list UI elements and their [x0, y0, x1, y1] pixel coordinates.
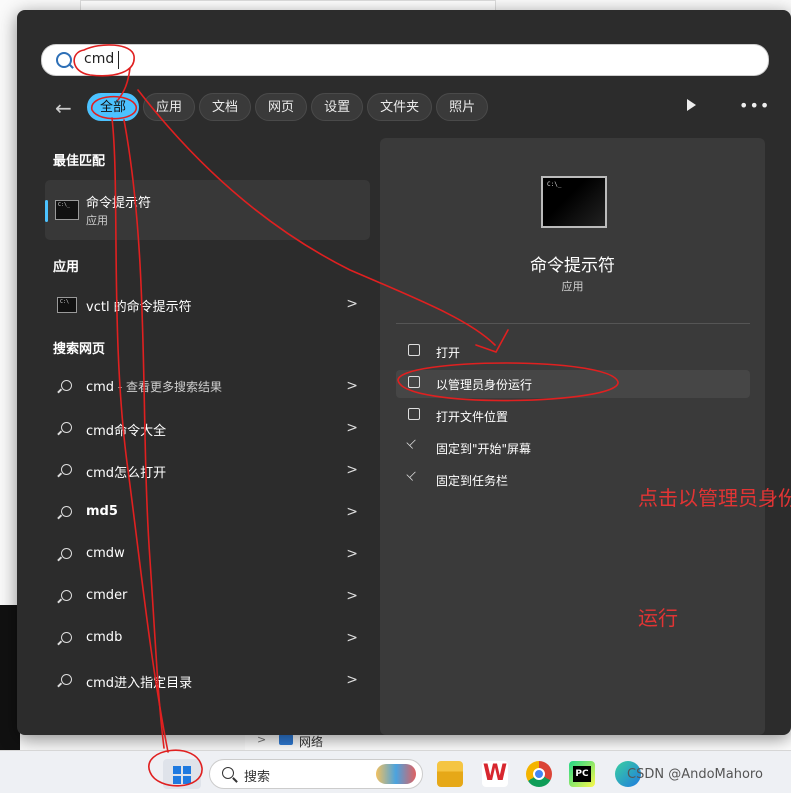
- web-result-label: cmd进入指定目录: [86, 676, 193, 691]
- web-result[interactable]: md5 >: [45, 493, 370, 533]
- web-result-label: cmdw: [86, 546, 125, 561]
- command-prompt-icon: C:\: [57, 297, 77, 313]
- web-result-label: cmdb: [86, 630, 123, 645]
- tab-web[interactable]: 网页: [255, 93, 308, 121]
- tab-documents[interactable]: 文档: [199, 93, 252, 121]
- start-button[interactable]: [163, 759, 201, 789]
- search-query[interactable]: cmd: [84, 51, 114, 67]
- section-apps: 应用: [53, 260, 80, 275]
- action-label: 固定到"开始"屏幕: [436, 442, 532, 456]
- file-explorer-icon[interactable]: [437, 761, 463, 787]
- chevron-right-icon[interactable]: >: [346, 546, 358, 562]
- search-icon: [61, 632, 72, 643]
- chrome-icon[interactable]: [526, 761, 552, 787]
- selection-indicator: [45, 200, 48, 222]
- network-icon: [279, 734, 293, 745]
- detail-title: 命令提示符: [530, 256, 615, 276]
- web-result[interactable]: cmd - 查看更多搜索结果 >: [45, 367, 370, 407]
- chevron-right-icon[interactable]: >: [346, 630, 358, 646]
- search-icon: [61, 464, 72, 475]
- web-result[interactable]: cmd命令大全 >: [45, 409, 370, 449]
- watermark: CSDN @AndoMahoro: [627, 767, 763, 782]
- taskbar-search-placeholder: 搜索: [244, 770, 271, 785]
- search-highlight-illustration: [376, 764, 416, 784]
- search-icon: [61, 674, 72, 685]
- chevron-right-icon[interactable]: >: [346, 462, 358, 478]
- web-result-label: cmd怎么打开: [86, 466, 167, 481]
- section-best-match: 最佳匹配: [53, 154, 106, 169]
- annotation-line-1: 点击以管理员身份: [638, 486, 791, 510]
- web-result-label: cmder: [86, 588, 128, 603]
- web-result[interactable]: cmdw >: [45, 535, 370, 575]
- best-match-name: 命令提示符: [86, 196, 152, 211]
- action-label: 固定到任务栏: [436, 474, 509, 488]
- wps-office-icon[interactable]: W: [482, 761, 508, 787]
- web-result-label: cmd命令大全: [86, 424, 167, 439]
- chevron-right-icon[interactable]: >: [346, 504, 358, 520]
- search-input[interactable]: cmd: [41, 44, 769, 76]
- search-icon: [56, 52, 72, 68]
- search-icon: [61, 506, 72, 517]
- tab-photos[interactable]: 照片: [436, 93, 489, 121]
- web-result-main: cmd: [86, 380, 115, 395]
- shield-icon: [408, 376, 420, 388]
- search-icon: [222, 767, 234, 779]
- pycharm-icon[interactable]: [569, 761, 595, 787]
- annotation-text: 点击以管理员身份 运行: [638, 398, 791, 678]
- open-external-icon: [408, 344, 420, 356]
- tab-settings[interactable]: 设置: [311, 93, 364, 121]
- app-result-label: vctl 的命令提示符: [86, 300, 192, 315]
- action-label: 打开: [436, 346, 461, 360]
- action-label: 以管理员身份运行: [436, 378, 533, 392]
- windows-logo-icon: [173, 766, 191, 784]
- best-match-type: 应用: [86, 214, 108, 227]
- chevron-right-icon[interactable]: >: [346, 296, 358, 312]
- taskbar-search-box[interactable]: 搜索: [209, 759, 423, 789]
- text-caret: [118, 51, 119, 69]
- search-icon: [61, 380, 72, 391]
- tab-all[interactable]: 全部: [87, 93, 140, 121]
- detail-subtitle: 应用: [561, 280, 584, 293]
- chevron-right-icon[interactable]: >: [346, 672, 358, 688]
- web-result-sub: - 查看更多搜索结果: [114, 380, 223, 394]
- web-result-label: md5: [86, 504, 118, 519]
- folder-icon: [408, 408, 420, 420]
- chevron-right-icon[interactable]: >: [346, 420, 358, 436]
- annotation-line-2: 运行: [638, 606, 678, 630]
- more-options-icon[interactable]: •••: [739, 96, 770, 115]
- action-label: 打开文件位置: [436, 410, 509, 424]
- back-arrow-icon[interactable]: ←: [55, 96, 72, 120]
- divider: [396, 323, 750, 324]
- filter-tabs: 全部 应用 文档 网页 设置 文件夹 照片: [87, 93, 489, 121]
- tab-apps[interactable]: 应用: [143, 93, 196, 121]
- search-icon: [61, 548, 72, 559]
- taskbar: 搜索 W CSDN @AndoMahoro: [0, 750, 791, 793]
- chevron-right-icon[interactable]: >: [346, 588, 358, 604]
- web-result[interactable]: cmd怎么打开 >: [45, 451, 370, 491]
- best-match-item[interactable]: C:\_ 命令提示符 应用: [45, 180, 370, 240]
- search-icon: [61, 590, 72, 601]
- app-result-vctl[interactable]: C:\ vctl 的命令提示符 >: [45, 285, 370, 325]
- command-prompt-icon: C:\_: [55, 200, 79, 220]
- action-open[interactable]: 打开: [396, 338, 750, 366]
- web-result[interactable]: cmd进入指定目录 >: [45, 661, 370, 701]
- section-web-search: 搜索网页: [53, 342, 106, 357]
- action-run-as-admin[interactable]: 以管理员身份运行: [396, 370, 750, 398]
- tab-folders[interactable]: 文件夹: [367, 93, 433, 121]
- network-label: 网络: [299, 735, 324, 749]
- command-prompt-icon: C:\_: [541, 176, 607, 228]
- search-icon: [61, 422, 72, 433]
- play-icon[interactable]: [687, 99, 696, 111]
- chevron-right-icon[interactable]: >: [346, 378, 358, 394]
- web-result-label: cmd - 查看更多搜索结果: [86, 378, 222, 395]
- web-result[interactable]: cmder >: [45, 577, 370, 617]
- web-result[interactable]: cmdb >: [45, 619, 370, 659]
